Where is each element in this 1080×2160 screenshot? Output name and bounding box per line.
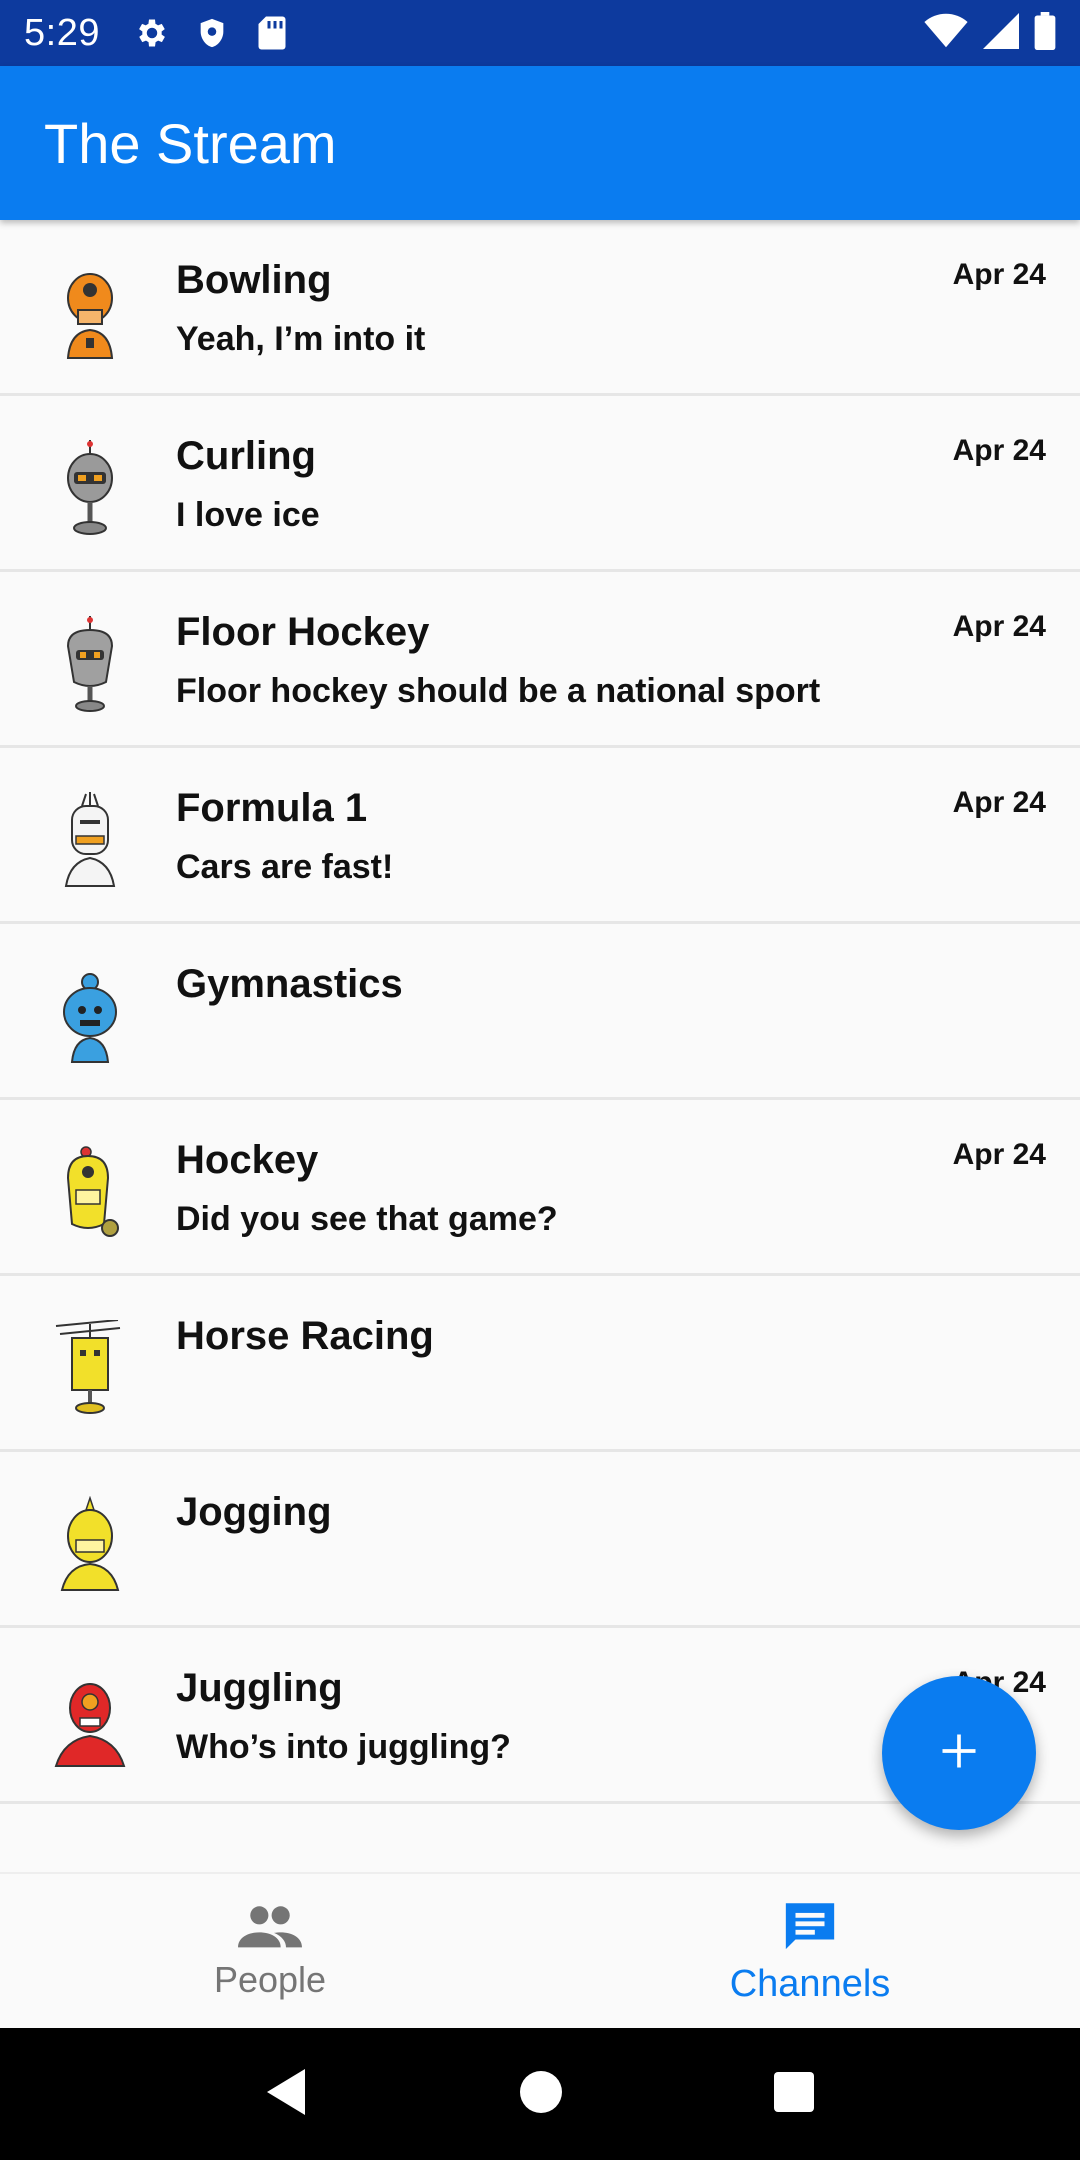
- channel-date: Apr 24: [952, 258, 1046, 291]
- channel-date: Apr 24: [952, 1138, 1046, 1171]
- channel-last-message: Yeah, I’m into it: [176, 320, 426, 358]
- gear-icon: [130, 11, 174, 55]
- yellow-antenna-robot-avatar: [48, 1319, 132, 1416]
- back-icon[interactable]: [265, 2067, 309, 2122]
- channel-date: Apr 24: [952, 786, 1046, 819]
- add-channel-button[interactable]: [882, 1676, 1036, 1830]
- home-icon[interactable]: [519, 2070, 563, 2119]
- channel-name: Horse Racing: [176, 1314, 434, 1358]
- yellow-robot-avatar: [48, 1495, 132, 1592]
- channel-last-message: I love ice: [176, 496, 320, 534]
- status-time: 5:29: [24, 11, 100, 54]
- tab-people-label: People: [213, 1958, 327, 2000]
- yellow-robot-avatar: [48, 1144, 132, 1240]
- shield-icon: [190, 11, 234, 55]
- channel-last-message: Did you see that game?: [176, 1200, 558, 1238]
- wifi-icon: [924, 13, 968, 54]
- channel-name: Formula 1: [176, 786, 368, 830]
- blue-robot-avatar: [48, 968, 132, 1064]
- channel-row-jogging[interactable]: Jogging: [0, 1452, 1080, 1628]
- orange-robot-avatar: [48, 264, 132, 360]
- channel-name: Gymnastics: [176, 962, 403, 1006]
- channel-row-horse-racing[interactable]: Horse Racing: [0, 1276, 1080, 1452]
- app-bar: The Stream: [0, 66, 1080, 220]
- tab-people[interactable]: People: [0, 1874, 540, 2028]
- status-bar: 5:29: [0, 0, 1080, 66]
- channel-name: Jogging: [176, 1490, 332, 1534]
- channel-name: Juggling: [176, 1666, 343, 1710]
- channel-last-message: Who’s into juggling?: [176, 1728, 511, 1766]
- plus-icon: [937, 1729, 981, 1778]
- page-title: The Stream: [44, 111, 337, 175]
- bottom-nav: People Channels: [0, 1872, 1080, 2028]
- channel-row-floor-hockey[interactable]: Floor Hockey Floor hockey should be a na…: [0, 572, 1080, 748]
- tab-channels-label: Channels: [729, 1963, 891, 2005]
- channel-row-bowling[interactable]: Bowling Yeah, I’m into it Apr 24: [0, 220, 1080, 396]
- channel-date: Apr 24: [952, 434, 1046, 467]
- channel-row-formula-1[interactable]: Formula 1 Cars are fast! Apr 24: [0, 748, 1080, 924]
- red-robot-avatar: [48, 1672, 132, 1768]
- tab-channels[interactable]: Channels: [540, 1874, 1080, 2028]
- channel-row-curling[interactable]: Curling I love ice Apr 24: [0, 396, 1080, 572]
- channel-row-hockey[interactable]: Hockey Did you see that game? Apr 24: [0, 1100, 1080, 1276]
- battery-icon: [1034, 11, 1056, 55]
- channel-date: Apr 24: [952, 610, 1046, 643]
- signal-icon: [982, 12, 1020, 54]
- chat-icon: [780, 1896, 840, 1959]
- white-robot-avatar: [48, 792, 132, 888]
- channel-last-message: Cars are fast!: [176, 848, 394, 886]
- recents-icon[interactable]: [773, 2071, 815, 2118]
- channel-list: Bowling Yeah, I’m into it Apr 24 Curling…: [0, 220, 1080, 1804]
- system-nav-bar: [0, 2028, 1080, 2160]
- channel-name: Floor Hockey: [176, 610, 430, 654]
- channel-name: Hockey: [176, 1138, 319, 1182]
- gray-robot-avatar: [48, 440, 132, 536]
- channel-name: Bowling: [176, 258, 332, 302]
- channel-last-message: Floor hockey should be a national sport: [176, 672, 821, 710]
- channel-row-gymnastics[interactable]: Gymnastics: [0, 924, 1080, 1100]
- gray-robot-avatar: [48, 616, 132, 712]
- channel-name: Curling: [176, 434, 316, 478]
- sd-card-icon: [250, 11, 294, 55]
- people-icon: [238, 1902, 302, 1955]
